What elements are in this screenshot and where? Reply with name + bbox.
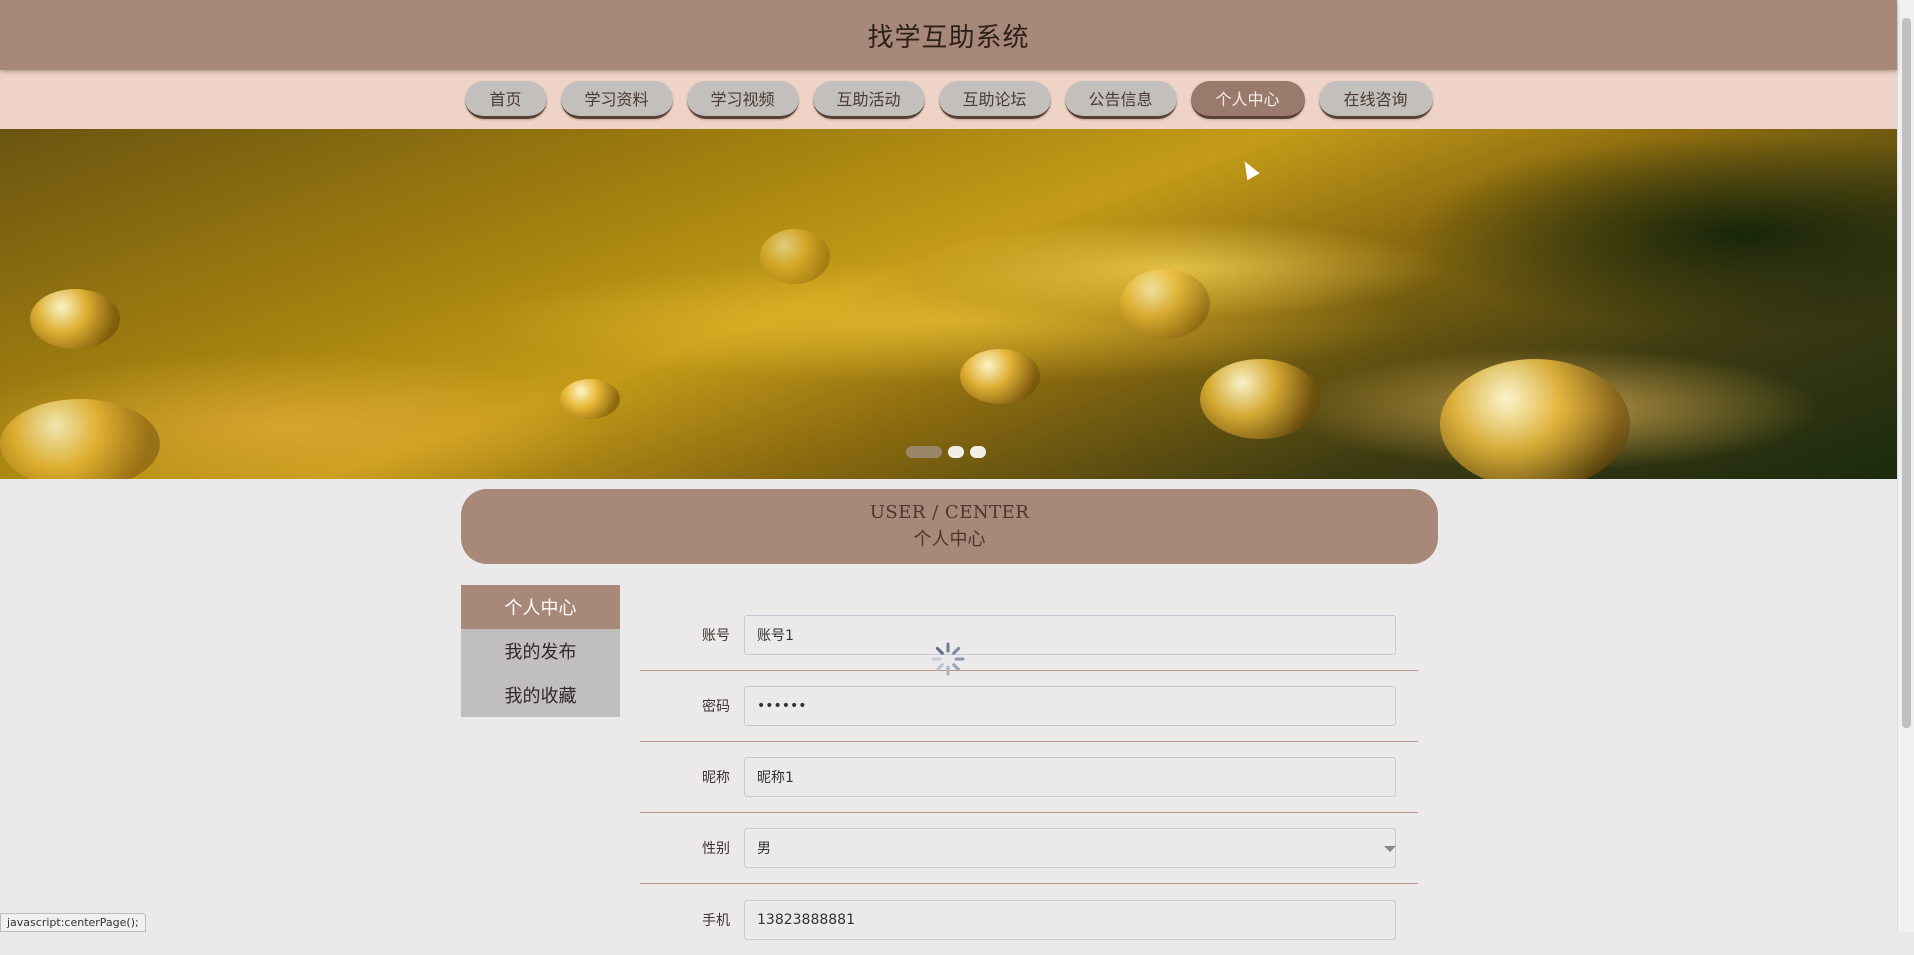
password-input[interactable]: ••••••: [744, 686, 1396, 726]
nav-item-personal-center[interactable]: 个人中心: [1190, 80, 1305, 119]
browser-status-bar: javascript:centerPage();: [0, 913, 146, 932]
banner-droplet: [0, 399, 160, 479]
side-item-personal-center[interactable]: 个人中心: [461, 585, 620, 629]
banner-droplet: [30, 289, 120, 349]
phone-label: 手机: [702, 912, 730, 929]
chevron-down-icon[interactable]: [1384, 846, 1396, 852]
banner-carousel[interactable]: [0, 129, 1897, 479]
account-input[interactable]: 账号1: [744, 615, 1396, 655]
side-menu: 个人中心 我的发布 我的收藏: [461, 585, 620, 717]
carousel-indicators: [906, 446, 986, 458]
section-title-en: USER / CENTER: [869, 502, 1030, 523]
nav-item-mutual-activities[interactable]: 互助活动: [812, 80, 925, 119]
banner-droplet: [760, 229, 830, 284]
nav-item-study-videos[interactable]: 学习视频: [686, 80, 799, 119]
gender-label: 性别: [702, 841, 730, 857]
nav-item-mutual-forum[interactable]: 互助论坛: [938, 80, 1051, 119]
profile-form: 账号 账号1 密码 •••••• 昵称 昵称1 性别 男 手机 13823888…: [640, 600, 1418, 955]
banner-droplet: [960, 349, 1040, 404]
account-label: 账号: [702, 628, 730, 644]
banner-droplet: [1200, 359, 1320, 439]
carousel-dot-3[interactable]: [970, 446, 986, 458]
form-row-password: 密码 ••••••: [640, 671, 1418, 742]
side-item-my-posts[interactable]: 我的发布: [461, 629, 620, 673]
nickname-input[interactable]: 昵称1: [744, 757, 1396, 797]
site-header: 找学互助系统: [0, 0, 1897, 70]
form-row-phone: 手机 13823888881: [640, 884, 1418, 955]
nav-item-study-materials[interactable]: 学习资料: [560, 80, 673, 119]
form-row-gender: 性别 男: [640, 813, 1418, 884]
site-title: 找学互助系统: [867, 22, 1030, 53]
carousel-dot-2[interactable]: [948, 446, 964, 458]
banner-droplet: [1440, 359, 1630, 479]
banner-droplet: [560, 379, 620, 419]
nav-item-announcements[interactable]: 公告信息: [1064, 80, 1177, 119]
password-label: 密码: [702, 699, 730, 715]
main-nav: 首页 学习资料 学习视频 互助活动 互助论坛 公告信息 个人中心 在线咨询: [0, 70, 1897, 129]
form-row-nickname: 昵称 昵称1: [640, 742, 1418, 813]
side-item-my-favorites[interactable]: 我的收藏: [461, 673, 620, 717]
nickname-label: 昵称: [702, 770, 730, 786]
section-header: USER / CENTER 个人中心: [461, 489, 1438, 564]
scrollbar-thumb[interactable]: [1902, 18, 1911, 728]
section-title-zh: 个人中心: [913, 529, 986, 550]
nav-item-home[interactable]: 首页: [464, 80, 547, 119]
vertical-scrollbar[interactable]: [1897, 0, 1914, 932]
loading-spinner-icon: [931, 642, 965, 676]
carousel-dot-1[interactable]: [906, 446, 942, 458]
form-row-account: 账号 账号1: [640, 600, 1418, 671]
phone-input[interactable]: 13823888881: [744, 899, 1396, 940]
banner-droplet: [1120, 269, 1210, 339]
nav-item-online-consult[interactable]: 在线咨询: [1318, 80, 1433, 119]
gender-select[interactable]: 男: [744, 828, 1396, 868]
